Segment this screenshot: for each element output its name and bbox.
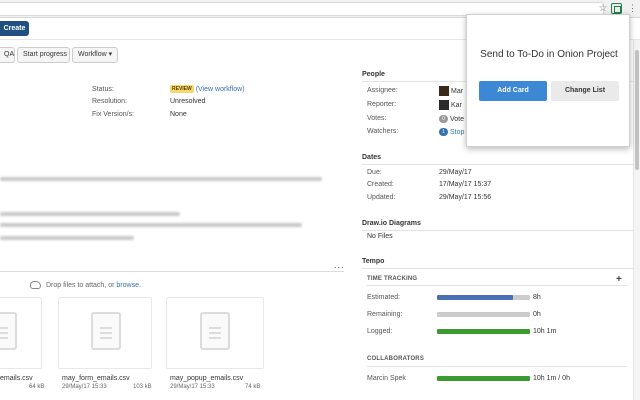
attachment-card[interactable] xyxy=(166,297,264,369)
estimated-bar-fill xyxy=(437,295,514,300)
view-workflow-link[interactable]: (View workflow) xyxy=(196,86,245,93)
blurred-description-line xyxy=(0,236,134,240)
file-icon xyxy=(200,312,230,350)
resolution-value: Unresolved xyxy=(170,98,206,105)
created-value: 17/May/17 15:37 xyxy=(439,181,492,188)
attachment-date: 29/May/17 15:33 xyxy=(170,384,215,390)
collaborator-value: 10h 1m / 0h xyxy=(533,375,570,382)
assignee-value[interactable]: Mar xyxy=(439,86,463,96)
extension-icon[interactable] xyxy=(611,3,622,14)
votes-count-badge: 0 xyxy=(439,115,448,123)
qa-button[interactable]: QA xyxy=(0,47,15,63)
estimated-bar xyxy=(437,295,530,300)
collaborators-heading: COLLABORATORS xyxy=(367,356,425,362)
workflow-label: Workflow xyxy=(78,51,107,58)
attachment-size: 103 kB xyxy=(133,384,152,390)
dates-heading: Dates xyxy=(362,154,382,161)
people-heading: People xyxy=(362,71,385,78)
drawio-empty: No Files xyxy=(367,233,393,240)
more-actions-icon[interactable]: ... xyxy=(334,260,345,270)
file-icon xyxy=(91,312,121,350)
collaborator-bar xyxy=(437,376,530,381)
watchers-label: Watchers: xyxy=(367,128,399,135)
fix-versions-value: None xyxy=(170,111,187,118)
due-label: Due: xyxy=(367,169,382,176)
browser-menu-icon[interactable]: ⋮ xyxy=(628,3,637,14)
time-tracking-heading: TIME TRACKING xyxy=(367,276,418,282)
avatar xyxy=(439,86,449,96)
blurred-description-line xyxy=(0,177,322,181)
remaining-value: 0h xyxy=(533,311,541,318)
blurred-description-line xyxy=(0,223,302,227)
blurred-description-line xyxy=(0,212,180,216)
reporter-value[interactable]: Kar xyxy=(439,100,462,110)
attachment-date: 29/May/17 15:33 xyxy=(62,384,107,390)
attachment-name[interactable]: may_popup_emails.csv xyxy=(170,375,243,382)
section-divider xyxy=(367,366,627,367)
cloud-upload-icon xyxy=(30,281,41,289)
votes-label: Votes: xyxy=(367,115,387,122)
add-icon[interactable]: + xyxy=(616,274,622,285)
start-progress-button[interactable]: Start progress xyxy=(17,47,70,63)
attachment-card[interactable] xyxy=(58,297,152,369)
scrollbar-thumb[interactable] xyxy=(635,50,639,170)
popup-title: Send to To-Do in Onion Project xyxy=(480,49,618,60)
file-icon xyxy=(0,312,17,350)
chevron-down-icon: ▾ xyxy=(108,51,113,58)
add-card-button[interactable]: Add Card xyxy=(479,81,547,101)
attachment-size: 64 kB xyxy=(29,384,45,390)
resolution-label: Resolution: xyxy=(92,98,128,105)
remaining-label: Remaining: xyxy=(367,311,403,318)
bookmark-star-icon[interactable]: ☆ xyxy=(598,3,608,14)
create-button[interactable]: Create xyxy=(0,21,29,36)
change-list-button[interactable]: Change List xyxy=(551,81,619,101)
logged-bar-fill xyxy=(437,329,530,334)
avatar xyxy=(439,100,449,110)
created-label: Created: xyxy=(367,181,394,188)
votes-value[interactable]: 0 Vote xyxy=(439,115,464,123)
drop-zone[interactable]: Drop files to attach, or browse. xyxy=(30,281,141,289)
extension-popup: Send to To-Do in Onion Project Add Card … xyxy=(466,14,630,147)
fix-versions-label: Fix Version/s: xyxy=(92,111,135,118)
section-divider xyxy=(0,271,344,272)
due-value: 29/May/17 xyxy=(439,169,472,176)
reporter-label: Reporter: xyxy=(367,101,397,108)
status-label: Status: xyxy=(92,86,114,93)
tempo-heading: Tempo xyxy=(362,258,385,265)
attachment-card[interactable] xyxy=(0,297,42,369)
updated-label: Updated: xyxy=(367,194,396,201)
estimated-label: Estimated: xyxy=(367,294,401,301)
collaborator-bar-fill xyxy=(437,376,530,381)
drawio-heading: Draw.io Diagrams xyxy=(362,220,421,227)
logged-label: Logged: xyxy=(367,328,393,335)
status-value: REVIEW (View workflow) xyxy=(170,85,245,93)
section-divider xyxy=(362,268,640,269)
estimated-value: 8h xyxy=(533,294,541,301)
attachment-name[interactable]: emails.csv xyxy=(0,375,33,382)
remaining-bar xyxy=(437,312,530,317)
workflow-dropdown[interactable]: Workflow ▾ xyxy=(72,47,118,63)
page-scrollbar[interactable] xyxy=(633,40,640,400)
watchers-count-badge: 1 xyxy=(439,128,448,136)
logged-value: 10h 1m xyxy=(533,328,557,335)
section-divider xyxy=(362,164,640,165)
attachment-size: 74 kB xyxy=(245,384,261,390)
assignee-label: Assignee: xyxy=(367,87,398,94)
logged-bar xyxy=(437,329,530,334)
drop-text: Drop files to attach, or xyxy=(45,281,115,289)
section-divider xyxy=(362,230,640,231)
attachment-name[interactable]: may_form_emails.csv xyxy=(62,375,130,382)
updated-value: 29/May/17 15:56 xyxy=(439,194,492,201)
browse-link[interactable]: browse. xyxy=(116,282,141,289)
section-divider xyxy=(367,285,627,286)
status-badge: REVIEW xyxy=(170,85,194,93)
watchers-value[interactable]: 1 Stop xyxy=(439,128,464,136)
collaborator-name: Marcin Spek xyxy=(367,375,406,382)
